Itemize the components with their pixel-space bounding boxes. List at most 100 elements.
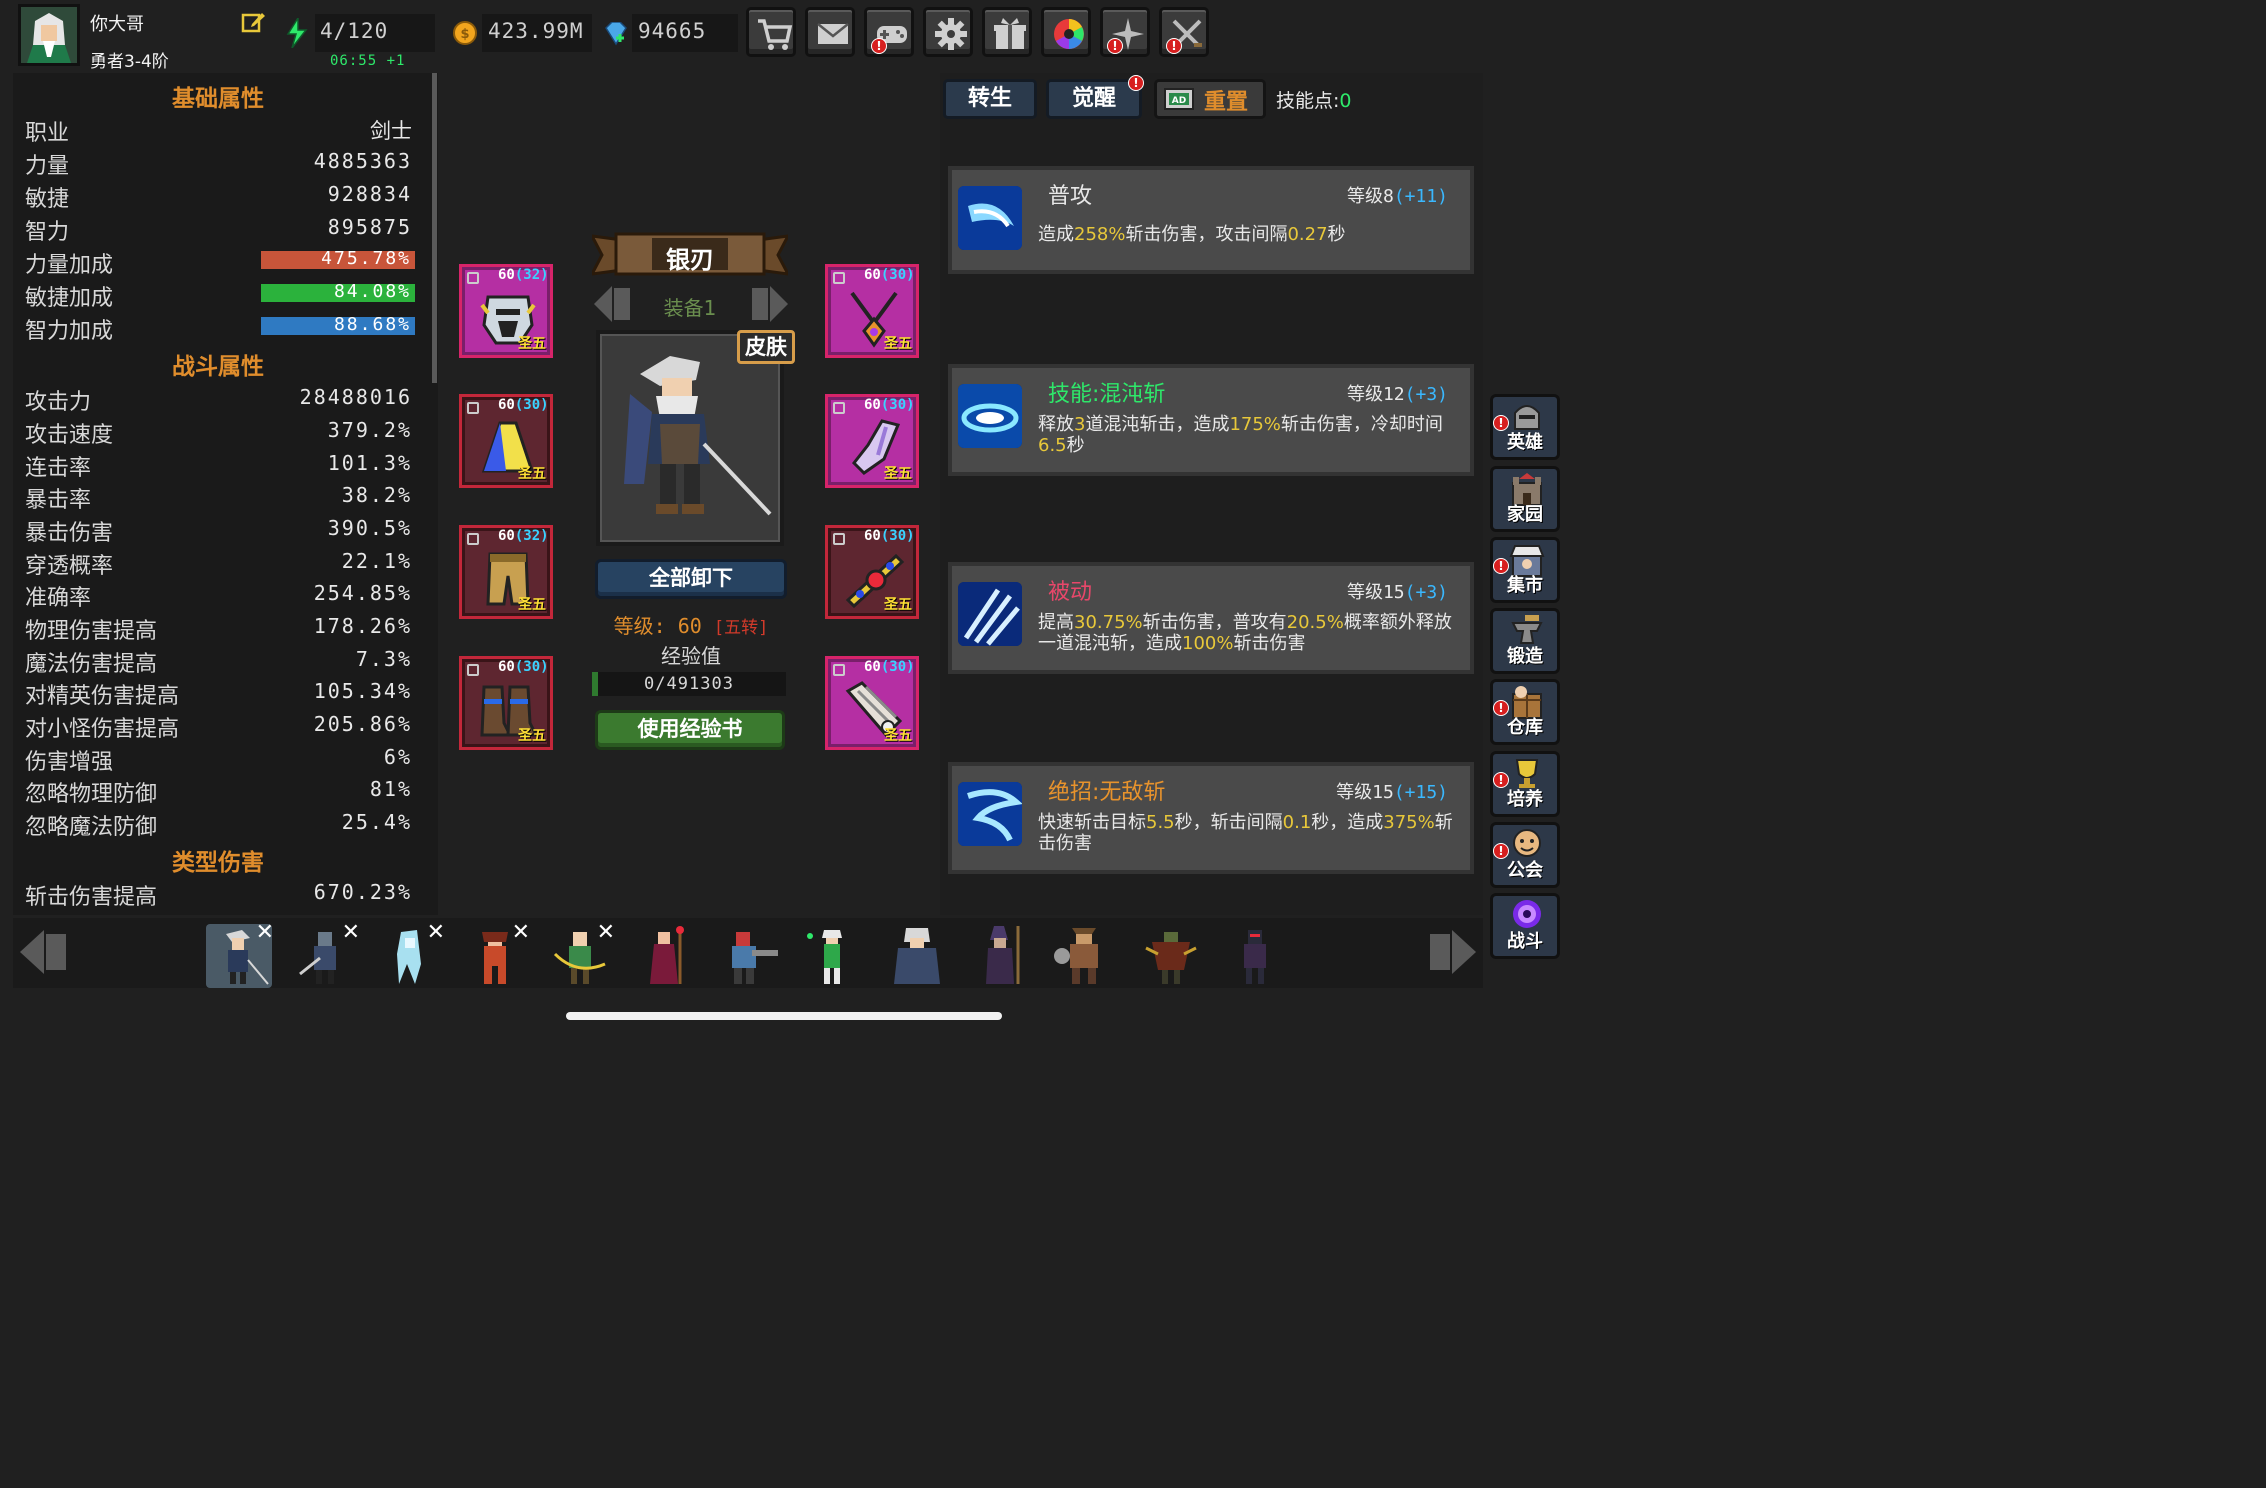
hero-slot-wizard[interactable]	[884, 924, 950, 988]
next-loadout-button[interactable]	[746, 284, 792, 324]
stat-label: 准确率	[25, 586, 92, 611]
mail-button[interactable]	[805, 7, 855, 57]
hero-slot-archer[interactable]: ✕	[547, 920, 615, 988]
hero-slot-swordsman[interactable]: ✕	[206, 920, 274, 988]
video-ad-icon: AD	[1164, 88, 1194, 110]
remove-hero-icon[interactable]: ✕	[427, 920, 445, 945]
settings-button[interactable]	[923, 7, 973, 57]
equip-slot-cloak[interactable]: 60(30) 圣五	[459, 394, 553, 488]
hero-strip-prev-button[interactable]	[16, 924, 72, 980]
nav-home[interactable]: 家园	[1490, 466, 1560, 532]
section-title-basic: 基础属性	[172, 86, 264, 112]
nav-guild[interactable]: ! 公会	[1490, 822, 1560, 888]
equip-slot-bracer[interactable]: 60(30) 圣五	[825, 656, 919, 750]
stat-label: 力量加成	[25, 253, 114, 278]
use-exp-book-button[interactable]: 使用经验书	[595, 710, 785, 750]
slot-grade: 圣五	[518, 597, 546, 613]
nav-label: 英雄	[1507, 432, 1543, 453]
nav-training[interactable]: ! 培养	[1490, 751, 1560, 817]
tornado-skill-icon	[958, 782, 1022, 846]
hero-slot-warrior-woman[interactable]: ✕	[462, 920, 530, 988]
stat-value: 38.2%	[341, 483, 412, 507]
slot-grade: 圣五	[518, 728, 546, 744]
hero-strip-next-button[interactable]	[1424, 924, 1480, 980]
arrow-left-icon	[594, 286, 630, 322]
nav-label: 集市	[1507, 575, 1543, 596]
stat-value: 928834	[327, 182, 412, 206]
equip-slot-boots[interactable]: 60(30) 圣五	[459, 656, 553, 750]
equip-slot-helmet[interactable]: 60(32) 圣五	[459, 264, 553, 358]
remove-hero-icon[interactable]: ✕	[512, 920, 530, 945]
slot-level: 60(32)	[498, 267, 549, 283]
intelligence-bonus-bar: 88.68%	[261, 314, 415, 335]
skill-level: 等级12(+3)	[1346, 384, 1448, 405]
event-button[interactable]: !	[1100, 7, 1150, 57]
skill-card-passive[interactable]: 被动 等级15(+3) 提高30.75%斩击伤害，普攻有20.5%概率额外释放一…	[952, 566, 1470, 670]
stats-panel[interactable]: 基础属性 职业 剑士 力量 4885363 敏捷 928834 智力 89587…	[13, 73, 438, 915]
stat-label: 对小怪伤害提高	[25, 717, 180, 742]
stat-label: 伤害增强	[25, 750, 114, 775]
lock-icon	[467, 402, 479, 414]
equip-slot-gauntlet[interactable]: 60(30) 圣五	[825, 394, 919, 488]
agility-bonus-bar: 84.08%	[261, 281, 415, 302]
skill-name: 技能:混沌斩	[1048, 382, 1166, 407]
hero-slot-hunter[interactable]	[1138, 924, 1204, 988]
nav-hero[interactable]: ! 英雄	[1490, 394, 1560, 460]
stamina-value: 4/120	[320, 19, 389, 43]
edit-name-icon[interactable]	[240, 10, 266, 36]
arena-button[interactable]: !	[1159, 7, 1209, 57]
lucky-wheel-button[interactable]	[1041, 7, 1091, 57]
gift-button[interactable]	[982, 7, 1032, 57]
unequip-all-button[interactable]: 全部卸下	[595, 559, 787, 599]
skin-button[interactable]: 皮肤	[737, 330, 795, 364]
nav-market[interactable]: ! 集市	[1490, 537, 1560, 603]
skill-card-chaos-slash[interactable]: 技能:混沌斩 等级12(+3) 释放3道混沌斩击，造成175%斩击伤害，冷却时间…	[952, 368, 1470, 472]
slot-level: 60(30)	[864, 528, 915, 544]
nav-label: 公会	[1507, 860, 1543, 881]
remove-hero-icon[interactable]: ✕	[256, 920, 274, 945]
slash-skill-icon	[958, 186, 1022, 250]
remove-hero-icon[interactable]: ✕	[342, 920, 360, 945]
stat-value: 4885363	[313, 149, 412, 173]
prev-loadout-button[interactable]	[590, 284, 636, 324]
stat-label: 暴击伤害	[25, 521, 114, 546]
tab-rebirth[interactable]: 转生	[943, 79, 1037, 119]
stat-value: 剑士	[370, 119, 412, 143]
hero-slot-ghost[interactable]: ✕	[377, 920, 445, 988]
equip-slot-ring[interactable]: 60(30) 圣五	[825, 525, 919, 619]
stat-label: 暴击率	[25, 488, 92, 513]
nav-battle[interactable]: 战斗	[1490, 893, 1560, 959]
player-avatar[interactable]	[18, 4, 80, 66]
gift-icon	[994, 18, 1026, 49]
equip-slot-armor[interactable]: 60(32) 圣五	[459, 525, 553, 619]
stat-value: 28488016	[299, 385, 412, 409]
hero-slot-sorceress[interactable]	[632, 924, 698, 988]
hero-slot-mage[interactable]	[968, 924, 1034, 988]
nav-label: 战斗	[1507, 931, 1543, 952]
nav-forge[interactable]: 锻造	[1490, 608, 1560, 674]
hero-slot-gunner[interactable]	[716, 924, 782, 988]
lock-icon	[833, 664, 845, 676]
claw-skill-icon	[958, 582, 1022, 646]
equip-slot-necklace[interactable]: 60(30) 圣五	[825, 264, 919, 358]
hero-slot-berserker[interactable]	[1052, 924, 1118, 988]
gear-icon	[935, 18, 967, 50]
gem-icon	[602, 21, 630, 50]
skill-level: 等级8(+11)	[1346, 186, 1448, 207]
hero-wizard-sprite	[894, 928, 940, 984]
lock-icon	[467, 533, 479, 545]
hero-slot-assassin[interactable]	[1222, 924, 1288, 988]
skill-card-basic-attack[interactable]: 普攻 等级8(+11) 造成258%斩击伤害，攻击间隔0.27秒	[952, 170, 1470, 270]
lock-icon	[833, 533, 845, 545]
hero-slot-elf[interactable]	[800, 924, 866, 988]
shop-button[interactable]	[746, 7, 796, 57]
vortex-skill-icon	[958, 384, 1022, 448]
nav-warehouse[interactable]: ! 仓库	[1490, 679, 1560, 745]
top-bar: 你大哥 勇者3-4阶 4/120 06:55 +1 $ 423.99M 9466…	[0, 0, 1568, 72]
game-center-button[interactable]: !	[864, 7, 914, 57]
hero-slot-knight[interactable]: ✕	[292, 920, 360, 988]
remove-hero-icon[interactable]: ✕	[597, 920, 615, 945]
stats-scrollbar[interactable]	[432, 73, 437, 383]
skill-card-ultimate[interactable]: 绝招:无敌斩 等级15(+15) 快速斩击目标5.5秒，斩击间隔0.1秒，造成3…	[952, 766, 1470, 870]
home-indicator[interactable]	[566, 1012, 1002, 1020]
